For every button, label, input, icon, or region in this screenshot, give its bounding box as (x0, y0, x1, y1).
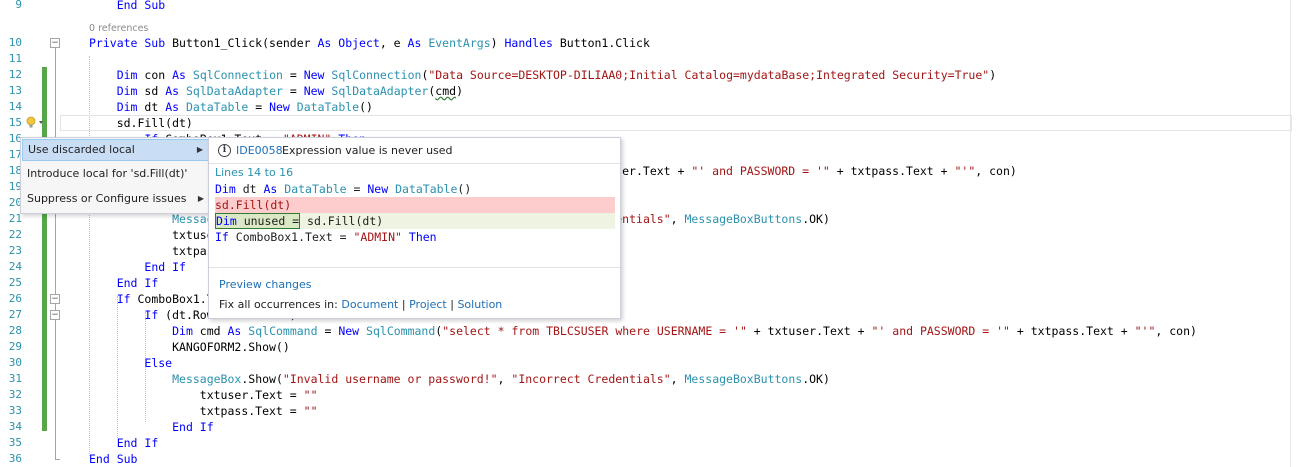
line-code[interactable]: Private Sub Button1_Click(sender As Obje… (89, 35, 650, 51)
line-number: 10 (8, 36, 22, 49)
code-line[interactable]: 27 If (dt.Rows.Count > 0) Then (0, 307, 1296, 323)
line-code[interactable]: Dim dt As DataTable = New DataTable() (89, 99, 373, 115)
line-number: 21 (8, 212, 22, 225)
code-line[interactable]: 35 End If (0, 435, 1296, 451)
chevron-right-icon: ▶ (196, 145, 203, 154)
line-number: 28 (8, 324, 22, 337)
code-line[interactable]: 26 If ComboBox1.Text = "USER" Then (0, 291, 1296, 307)
line-number: 36 (8, 452, 22, 465)
diagnostic-header: i IDE0058 Expression value is never used (209, 138, 620, 164)
code-line[interactable]: 32 txtuser.Text = "" (0, 387, 1296, 403)
line-number: 11 (8, 52, 22, 65)
fold-toggle-inner-if[interactable]: − (50, 310, 60, 320)
code-line[interactable]: 22 txtuser.Text = "" (0, 227, 1296, 243)
code-line[interactable]: 24 End If (0, 259, 1296, 275)
code-line[interactable]: 30 Else (0, 355, 1296, 371)
line-code[interactable]: End If (89, 419, 214, 435)
line-number: 9 (15, 0, 22, 11)
line-code[interactable]: Dim cmd As SqlCommand = New SqlCommand("… (89, 323, 1197, 339)
menu-item-use-discarded-local[interactable]: Use discarded local ▶ (22, 139, 209, 161)
preview-lines-range: Lines 14 to 16 (215, 166, 294, 179)
line-code[interactable]: Else (89, 355, 172, 371)
menu-item-introduce-local[interactable]: Introduce local for 'sd.Fill(dt)' (22, 163, 209, 185)
line-number: 31 (8, 372, 22, 385)
code-line[interactable]: 14 Dim dt As DataTable = New DataTable() (0, 99, 1296, 115)
line-code[interactable]: End If (89, 435, 159, 451)
fix-all-row: Fix all occurrences in: Document | Proje… (219, 298, 502, 311)
code-line[interactable]: 10 Private Sub Button1_Click(sender As Ob… (0, 35, 1296, 51)
line-number: 23 (8, 244, 22, 257)
divider (209, 267, 620, 268)
line-number: 15 (8, 116, 22, 129)
menu-item-label: Use discarded local (28, 143, 135, 156)
line-number: 33 (8, 404, 22, 417)
line-number: 24 (8, 260, 22, 273)
line-number: 17 (8, 148, 22, 161)
current-line-highlight (60, 115, 1292, 131)
code-line[interactable]: 9 End Sub (0, 0, 1296, 13)
line-code[interactable]: End Sub (89, 0, 165, 13)
line-code[interactable]: txtuser.Text = "" (89, 387, 318, 403)
line-number: 30 (8, 356, 22, 369)
chevron-right-icon: ▶ (197, 194, 204, 203)
code-line[interactable]: 25 End If (0, 275, 1296, 291)
code-line[interactable]: 33 txtpass.Text = "" (0, 403, 1296, 419)
line-number: 35 (8, 436, 22, 449)
line-code[interactable]: End Sub (89, 451, 137, 467)
menu-item-label: Introduce local for 'sd.Fill(dt)' (27, 167, 188, 180)
line-number: 26 (8, 292, 22, 305)
diagnostic-message: Expression value is never used (282, 144, 453, 157)
line-number: 29 (8, 340, 22, 353)
line-number: 34 (8, 420, 22, 433)
separator: | (401, 298, 406, 311)
line-number: 19 (8, 180, 22, 193)
line-code[interactable]: Dim con As SqlConnection = New SqlConnec… (89, 67, 996, 83)
line-number: 27 (8, 308, 22, 321)
line-number: 13 (8, 84, 22, 97)
fold-toggle-sub[interactable]: − (50, 38, 60, 48)
line-number: 22 (8, 228, 22, 241)
fold-toggle-if[interactable]: − (50, 294, 60, 304)
line-number: 14 (8, 100, 22, 113)
preview-line-context: Dim dt As DataTable = New DataTable() (215, 182, 472, 196)
preview-changes-link[interactable]: Preview changes (219, 278, 312, 291)
code-line[interactable]: 11 (0, 51, 1296, 67)
code-line[interactable]: 31 MessageBox.Show("Invalid username or … (0, 371, 1296, 387)
fix-all-label: Fix all occurrences in: (219, 298, 338, 311)
line-number: 25 (8, 276, 22, 289)
line-number: 16 (8, 132, 22, 145)
line-number: 12 (8, 68, 22, 81)
code-line[interactable]: 23 txtpass.Text = "" (0, 243, 1296, 259)
separator: | (450, 298, 454, 311)
line-code[interactable]: End If (89, 275, 159, 291)
fix-all-solution-link[interactable]: Solution (457, 298, 502, 311)
line-number: 18 (8, 164, 22, 177)
preview-line-added: Dim unused = sd.Fill(dt) (215, 213, 615, 229)
quick-actions-menu: Use discarded local ▶ Introduce local fo… (20, 137, 211, 214)
line-number: 32 (8, 388, 22, 401)
line-code[interactable]: End If (89, 259, 186, 275)
code-line[interactable]: 29 KANGOFORM2.Show() (0, 339, 1296, 355)
line-code[interactable]: KANGOFORM2.Show() (89, 339, 290, 355)
line-number: 20 (8, 196, 22, 209)
info-icon: i (218, 144, 231, 157)
preview-line-context: If ComboBox1.Text = "ADMIN" Then (215, 230, 437, 244)
fix-preview-pane: i IDE0058 Expression value is never used… (208, 137, 621, 319)
line-code[interactable]: txtpass.Text = "" (89, 403, 318, 419)
code-line[interactable]: 12 Dim con As SqlConnection = New SqlCon… (0, 67, 1296, 83)
fix-all-project-link[interactable]: Project (409, 298, 447, 311)
preview-line-removed: sd.Fill(dt) (215, 197, 615, 213)
code-line[interactable]: 36 End Sub (0, 451, 1296, 467)
fix-all-document-link[interactable]: Document (341, 298, 398, 311)
diagnostic-id-link[interactable]: IDE0058 (236, 144, 283, 157)
menu-item-suppress-configure[interactable]: Suppress or Configure issues ▶ (22, 188, 209, 210)
line-code[interactable]: Dim sd As SqlDataAdapter = New SqlDataAd… (89, 83, 463, 99)
lightbulb-icon[interactable] (24, 115, 46, 129)
menu-item-label: Suppress or Configure issues (27, 192, 187, 205)
code-line[interactable]: 28 Dim cmd As SqlCommand = New SqlComman… (0, 323, 1296, 339)
code-line[interactable]: 34 End If (0, 419, 1296, 435)
code-line[interactable]: 13 Dim sd As SqlDataAdapter = New SqlDat… (0, 83, 1296, 99)
code-editor[interactable]: 0 references 9 End Sub 10 Private Sub Butt… (0, 0, 1296, 467)
line-code[interactable]: MessageBox.Show("Invalid username or pas… (89, 371, 830, 387)
